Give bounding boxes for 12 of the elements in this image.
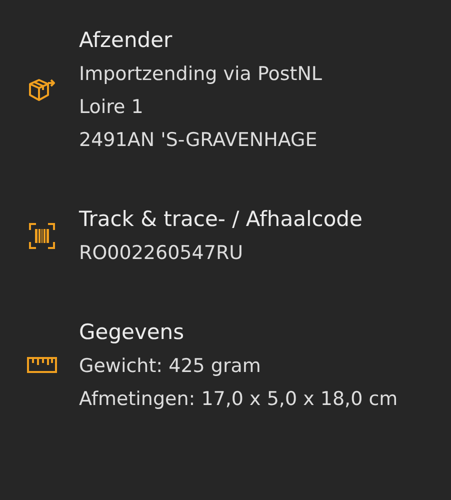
detail-text: Loire 1 <box>79 95 144 120</box>
package-icon <box>28 78 54 102</box>
detail-text: Importzending via PostNL <box>79 62 324 87</box>
section-title: Gegevens <box>79 319 186 346</box>
detail-text: Afmetingen: 17,0 x 5,0 x 18,0 cm <box>79 387 399 412</box>
detail-text: 2491AN 'S-GRAVENHAGE <box>79 128 318 153</box>
detail-text: Gewicht: 425 gram <box>79 354 262 379</box>
barcode-scan-icon <box>28 222 54 248</box>
section-title: Afzender <box>79 27 174 54</box>
ruler-icon <box>26 357 56 373</box>
detail-text: RO002260547RU <box>79 241 244 266</box>
section-title: Track & trace- / Afhaalcode <box>79 206 364 233</box>
